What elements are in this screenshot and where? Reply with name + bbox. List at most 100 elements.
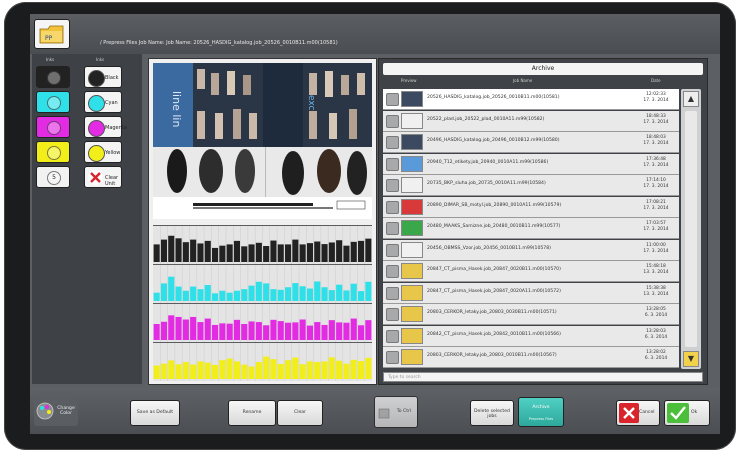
- job-select-checkbox[interactable]: [386, 329, 399, 343]
- ink-zone-bar[interactable]: [175, 364, 182, 379]
- ink-zone-bar[interactable]: [190, 239, 197, 262]
- ink-zone-bar[interactable]: [204, 240, 211, 262]
- job-select-checkbox[interactable]: [386, 157, 399, 171]
- ink-color-yellow-button[interactable]: Yellow: [84, 141, 122, 163]
- job-row[interactable]: 20842_CT_pisma_Hasek.job_20842_0010B11.m…: [383, 325, 679, 347]
- ink-zone-bar[interactable]: [270, 359, 277, 379]
- scroll-up-button[interactable]: ▲: [683, 91, 699, 107]
- ink-zone-bar[interactable]: [226, 244, 233, 262]
- cancel-button[interactable]: Cancel: [616, 400, 660, 426]
- delete-selected-button[interactable]: Delete selected jobs: [470, 400, 514, 426]
- ink-zone-bar[interactable]: [153, 324, 160, 340]
- ink-zone-bar[interactable]: [263, 246, 270, 262]
- ink-zone-bar[interactable]: [153, 292, 160, 301]
- ink-zone-bar[interactable]: [285, 322, 292, 340]
- ink-zone-bar[interactable]: [365, 238, 372, 262]
- ink-zone-bar[interactable]: [204, 362, 211, 379]
- change-color-button[interactable]: Change Color: [34, 396, 78, 426]
- ink-zone-bar[interactable]: [219, 360, 226, 379]
- ink-zone-bar[interactable]: [277, 321, 284, 340]
- ink-zone-bar[interactable]: [328, 320, 335, 340]
- ink-zone-bar[interactable]: [292, 239, 299, 262]
- job-row[interactable]: 20847_CT_pisma_Hasek.job_20847_0020A11.m…: [383, 282, 679, 304]
- ink-zone-bar[interactable]: [343, 363, 350, 379]
- ink-zone-bar[interactable]: [248, 285, 255, 301]
- ink-color-magenta-button[interactable]: Magenta: [84, 116, 127, 138]
- ink-zone-bar[interactable]: [343, 245, 350, 262]
- job-row[interactable]: 20522_plad.job_20522_plad_0010A11.m99(10…: [383, 110, 679, 132]
- ink-zone-bar[interactable]: [241, 246, 248, 262]
- ink-zone-bar[interactable]: [306, 243, 313, 262]
- ink-color-unit5-button[interactable]: Clear Unit: [84, 166, 122, 188]
- ink-unit-unit5-button[interactable]: 5: [36, 166, 70, 188]
- ink-zone-bar[interactable]: [233, 319, 240, 340]
- job-row[interactable]: 20496_HASDIG_katalog.job_20496_0010B12.m…: [383, 132, 679, 153]
- ink-zone-bar[interactable]: [365, 281, 372, 301]
- archive-button[interactable]: Archive Prepress Files: [518, 397, 564, 427]
- job-select-checkbox[interactable]: [386, 286, 399, 300]
- ink-zone-bar[interactable]: [182, 290, 189, 301]
- ink-zone-bar[interactable]: [336, 240, 343, 262]
- ink-zone-bar[interactable]: [321, 244, 328, 262]
- ink-zone-bar[interactable]: [233, 361, 240, 379]
- job-row[interactable]: 20735_BKP_sluha.job_20735_0010A11.m99(10…: [383, 175, 679, 196]
- ink-zone-bar[interactable]: [292, 283, 299, 301]
- ink-zone-bar[interactable]: [358, 361, 365, 379]
- ink-zone-bar[interactable]: [190, 286, 197, 301]
- to-ctrl-button[interactable]: To Ctrl: [374, 396, 418, 428]
- ink-zone-bar[interactable]: [277, 289, 284, 301]
- job-row[interactable]: 20940_T12_etikety.job_20940_0010A11.m99(…: [383, 153, 679, 175]
- scrollbar[interactable]: ▲ ▼: [681, 89, 701, 369]
- ink-zone-bar[interactable]: [285, 287, 292, 301]
- job-row[interactable]: 20803_CERKOR_letaky.job_20803_0030B11.m0…: [383, 304, 679, 325]
- ink-zone-bar[interactable]: [233, 290, 240, 301]
- ink-zone-bar[interactable]: [248, 366, 255, 379]
- ink-zone-bar[interactable]: [350, 318, 357, 340]
- ink-zone-bar[interactable]: [212, 247, 219, 262]
- ink-zone-bar[interactable]: [168, 360, 175, 379]
- ink-zone-bar[interactable]: [314, 241, 321, 262]
- ink-zone-bar[interactable]: [365, 357, 372, 379]
- ink-zone-bar[interactable]: [328, 242, 335, 262]
- job-select-checkbox[interactable]: [386, 114, 399, 128]
- open-folder-button[interactable]: PP: [34, 19, 70, 49]
- ink-zone-bar[interactable]: [226, 292, 233, 301]
- ink-zone-bar[interactable]: [255, 322, 262, 340]
- ink-color-cyan-button[interactable]: Cyan: [84, 91, 122, 113]
- ink-zone-bar[interactable]: [168, 315, 175, 340]
- ink-zone-bar[interactable]: [160, 321, 167, 340]
- job-row[interactable]: 20847_CT_pisma_Hasek.job_20847_0020B11.m…: [383, 261, 679, 282]
- ink-zone-bar[interactable]: [190, 364, 197, 379]
- ink-zone-bar[interactable]: [299, 286, 306, 301]
- ink-zone-bar[interactable]: [160, 239, 167, 262]
- search-input[interactable]: Type to search: [383, 372, 703, 382]
- ink-zone-bar[interactable]: [321, 287, 328, 301]
- ink-zone-bar[interactable]: [263, 283, 270, 301]
- job-select-checkbox[interactable]: [386, 243, 399, 257]
- ink-zone-bar[interactable]: [197, 322, 204, 340]
- ink-zone-bar[interactable]: [241, 324, 248, 340]
- ink-zone-bar[interactable]: [306, 288, 313, 301]
- ink-zone-bar[interactable]: [226, 358, 233, 379]
- ink-zone-bar[interactable]: [350, 241, 357, 262]
- scroll-thumb[interactable]: [685, 111, 697, 347]
- ink-zone-bar[interactable]: [299, 364, 306, 379]
- ink-zone-bar[interactable]: [226, 323, 233, 340]
- ink-unit-yellow-button[interactable]: [36, 141, 70, 163]
- ink-unit-magenta-button[interactable]: [36, 116, 70, 138]
- job-select-checkbox[interactable]: [386, 93, 399, 106]
- ink-zone-bar[interactable]: [212, 293, 219, 301]
- ink-zone-bar[interactable]: [350, 283, 357, 301]
- ink-zone-bar[interactable]: [270, 240, 277, 262]
- ink-zone-bar[interactable]: [358, 240, 365, 262]
- ink-zone-bar[interactable]: [219, 245, 226, 262]
- ink-zone-bar[interactable]: [299, 244, 306, 262]
- ink-zone-bar[interactable]: [168, 235, 175, 262]
- ink-zone-bar[interactable]: [321, 361, 328, 379]
- ink-zone-bar[interactable]: [241, 289, 248, 301]
- scroll-down-button[interactable]: ▼: [683, 351, 699, 367]
- ink-zone-bar[interactable]: [175, 316, 182, 340]
- ink-zone-bar[interactable]: [175, 238, 182, 262]
- ink-zone-bar[interactable]: [277, 244, 284, 262]
- job-row[interactable]: 20890_DIMAR_SB_motyl.job_20890_0010A11.m…: [383, 196, 679, 218]
